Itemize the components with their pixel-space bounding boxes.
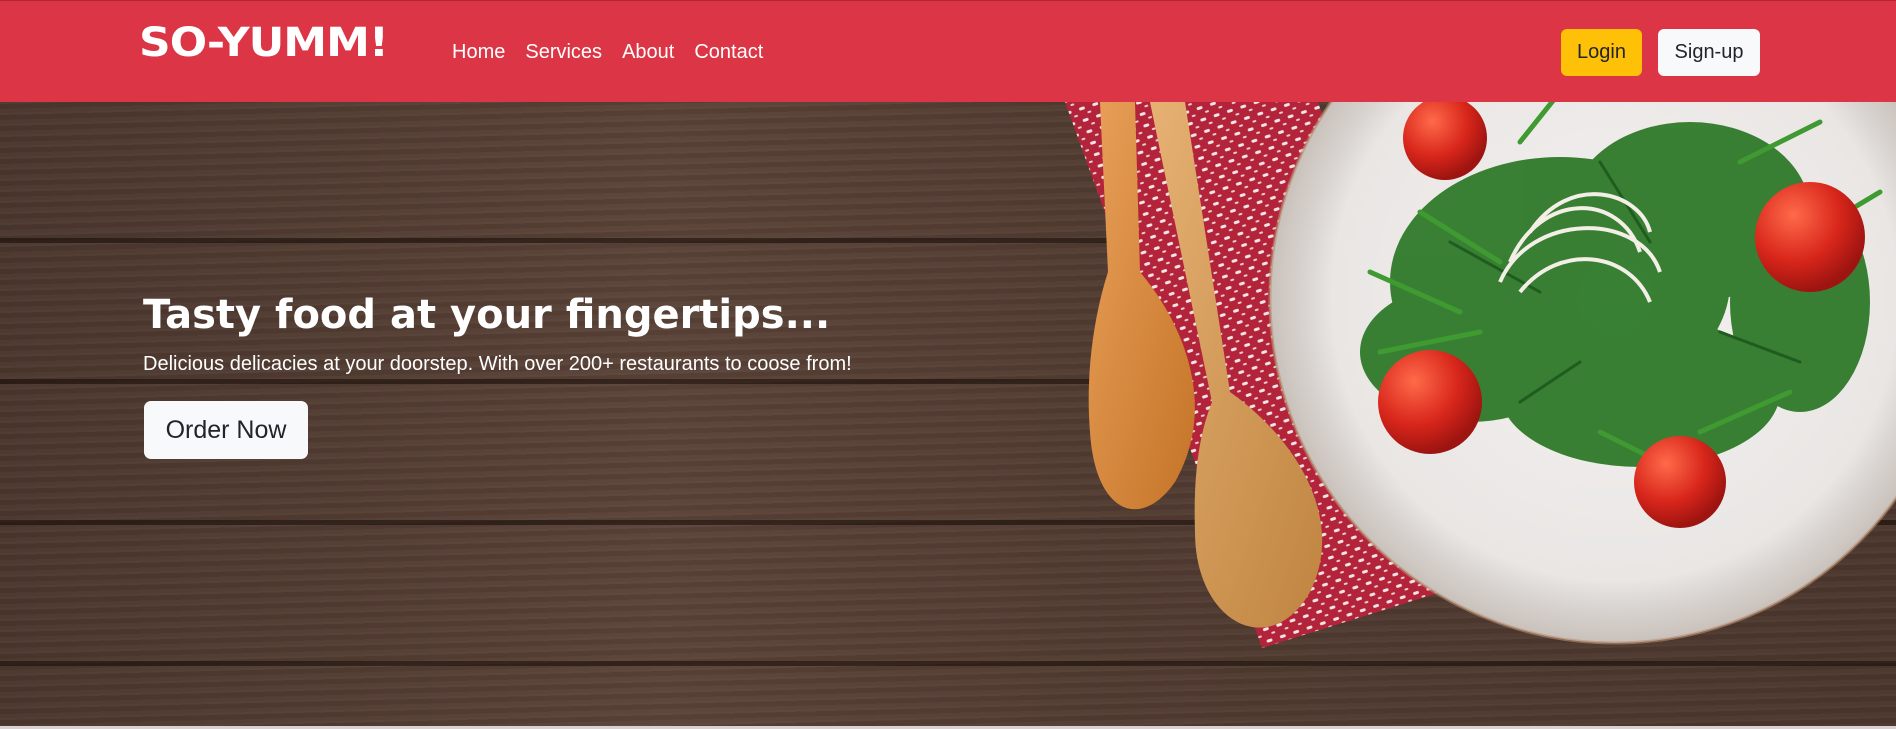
brand-logo[interactable]: SO-YUMM!: [139, 19, 389, 66]
nav-link-services[interactable]: Services: [525, 41, 602, 64]
signup-button[interactable]: Sign-up: [1658, 29, 1760, 76]
hero-banner: Tasty food at your fingertips... Delicio…: [0, 102, 1896, 726]
hero-title: Tasty food at your fingertips...: [143, 292, 831, 338]
order-now-button[interactable]: Order Now: [144, 401, 308, 459]
nav-link-home[interactable]: Home: [452, 41, 505, 64]
nav-link-contact[interactable]: Contact: [694, 41, 763, 64]
nav-links: Home Services About Contact: [452, 41, 783, 64]
hero-subtitle: Delicious delicacies at your doorstep. W…: [143, 353, 852, 375]
navbar: SO-YUMM! Home Services About Contact Log…: [0, 0, 1896, 102]
nav-link-about[interactable]: About: [622, 41, 674, 64]
login-button[interactable]: Login: [1561, 29, 1642, 76]
page: SO-YUMM! Home Services About Contact Log…: [0, 0, 1896, 729]
